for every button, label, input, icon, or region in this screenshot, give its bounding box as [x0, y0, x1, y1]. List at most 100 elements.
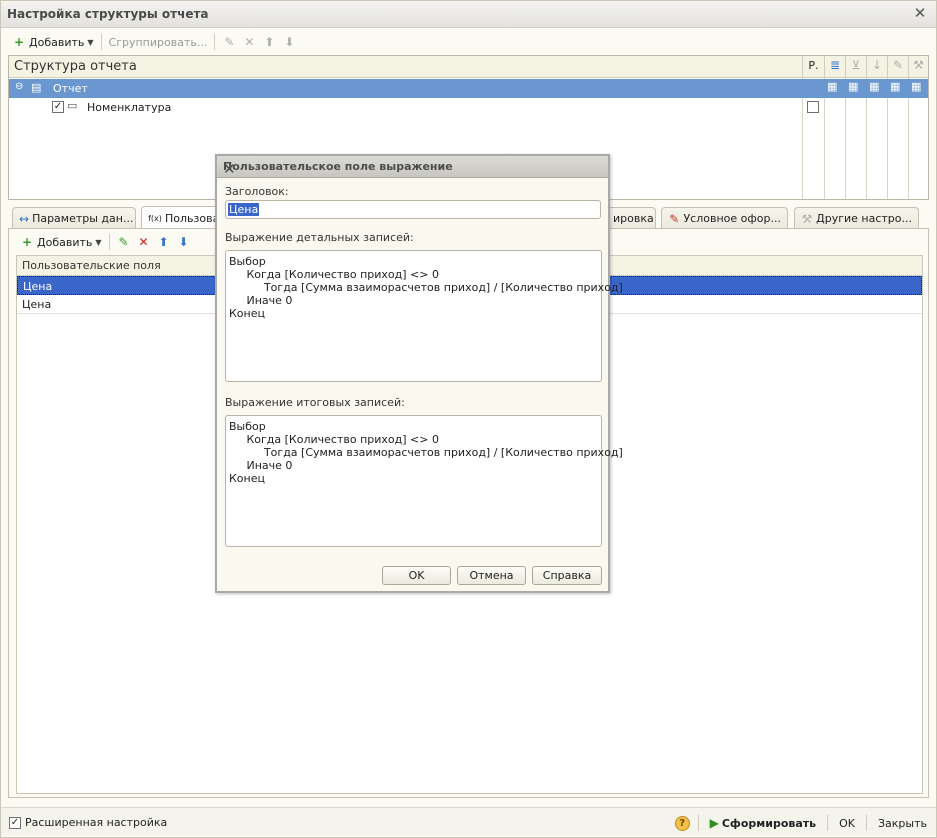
sort-icon: ▦	[869, 80, 880, 93]
tree-child-label: Номенклатура	[87, 101, 172, 114]
window-title: Настройка структуры отчета	[7, 7, 209, 21]
caption-input[interactable]: Цена	[225, 200, 601, 219]
list-icon: ≣	[829, 58, 841, 72]
field-name: Цена	[23, 280, 53, 293]
add-button[interactable]: + Добавить ▼	[9, 32, 97, 52]
format-icon: ▦	[890, 80, 901, 93]
nomenclature-checkbox[interactable]: ✓	[52, 101, 64, 113]
add-field-button[interactable]: + Добавить ▼	[17, 232, 105, 252]
total-expression-field[interactable]: Выбор Когда [Количество приход] <> 0 Тог…	[225, 415, 623, 547]
tab-sorting[interactable]: ировка	[606, 207, 656, 229]
caption-label: Заголовок:	[225, 185, 289, 198]
delete-field-button[interactable]: ✕	[134, 232, 154, 252]
total-expression-label: Выражение итоговых записей:	[225, 396, 405, 409]
filter-icon: ▦	[848, 80, 859, 93]
user-field-expression-dialog: Пользовательское поле выражение ✕ Заголо…	[215, 154, 623, 593]
tab-label: Условное офор...	[683, 212, 781, 225]
detail-expression-field[interactable]: Выбор Когда [Количество приход] <> 0 Тог…	[225, 250, 623, 382]
add-field-label: Добавить	[37, 235, 93, 249]
field-name: Цена	[22, 298, 52, 311]
toolbar-separator	[827, 815, 829, 831]
tree-row-report[interactable]: ⊖ ▤ Отчет	[9, 79, 802, 98]
move-up-button[interactable]: ⬆	[259, 32, 279, 52]
move-down-button[interactable]: ⬇	[279, 32, 299, 52]
toolbar-separator	[866, 815, 867, 831]
column-header-1[interactable]: ≣	[824, 56, 845, 78]
collapse-icon[interactable]: ⊖	[15, 81, 23, 92]
tab-label: Пользова	[165, 212, 220, 225]
ok-button[interactable]: OK	[382, 566, 451, 585]
close-icon[interactable]: ✕	[912, 5, 928, 21]
close-icon[interactable]: ✕	[223, 160, 603, 178]
tab-label: Другие настро...	[816, 212, 912, 225]
column-header-5[interactable]: ⚒	[908, 56, 928, 78]
toolbar-separator	[697, 815, 699, 831]
list-icon: ▦	[827, 80, 838, 93]
detail-expression-label: Выражение детальных записей:	[225, 231, 414, 244]
format-icon: ✎	[892, 58, 904, 72]
wrench-icon: ⚒	[801, 211, 813, 226]
help-icon[interactable]: ?	[674, 815, 690, 831]
move-field-up-button[interactable]: ⬆	[154, 232, 174, 252]
caption-value: Цена	[228, 203, 260, 216]
add-tree-icon: +	[13, 35, 25, 49]
ok-button[interactable]: OK	[836, 813, 858, 833]
dialog-titlebar: Пользовательское поле выражение ✕	[217, 156, 608, 178]
toolbar-separator	[108, 234, 110, 250]
tab-conditional-format[interactable]: ✎ Условное офор...	[661, 207, 788, 229]
group-button[interactable]: Сгруппировать...	[106, 32, 211, 52]
settings-icon: ▦	[911, 80, 922, 93]
move-field-down-button[interactable]: ⬇	[174, 232, 194, 252]
tree-row-nomenclature[interactable]: ✓ ▭ Номенклатура	[9, 98, 819, 117]
close-label: Закрыть	[878, 816, 927, 830]
pen-icon: ✎	[669, 211, 680, 226]
document-icon: ▤	[31, 81, 42, 94]
chevron-down-icon: ▼	[95, 237, 102, 247]
tab-label: Параметры дан...	[32, 212, 134, 225]
structure-title: Структура отчета	[14, 59, 137, 74]
edit-button[interactable]: ✎	[219, 32, 239, 52]
tab-data-parameters[interactable]: ↔ Параметры дан...	[12, 207, 136, 229]
pencil-icon: ✎	[118, 235, 129, 249]
generate-button[interactable]: ▶ Сформировать	[707, 813, 820, 833]
add-tree-icon: +	[21, 235, 33, 249]
window-titlebar: Настройка структуры отчета ✕	[1, 1, 936, 28]
tree-root-label: Отчет	[53, 82, 88, 95]
column-r-header[interactable]: Р.	[802, 56, 824, 78]
play-icon: ▶	[709, 816, 719, 830]
cancel-button[interactable]: Отмена	[457, 566, 526, 585]
arrow-up-icon: ⬆	[264, 35, 275, 49]
delete-button[interactable]: ✕	[239, 32, 259, 52]
r-checkbox[interactable]	[807, 101, 819, 113]
fields-toolbar: + Добавить ▼ ✎ ✕ ⬆ ⬇	[17, 231, 194, 253]
delete-icon: ✕	[138, 235, 149, 249]
help-button[interactable]: Справка	[532, 566, 602, 585]
edit-field-button[interactable]: ✎	[114, 232, 134, 252]
extended-settings-label: Расширенная настройка	[25, 816, 168, 829]
close-button[interactable]: Закрыть	[875, 813, 930, 833]
extended-settings-toggle[interactable]: ✓ Расширенная настройка	[9, 816, 167, 829]
sort-icon: ↓	[871, 58, 883, 72]
column-header-3[interactable]: ↓	[866, 56, 887, 78]
column-header-4[interactable]: ✎	[887, 56, 908, 78]
grouping-icon: ▭	[67, 99, 78, 112]
filter-icon: ⊻	[851, 58, 861, 72]
arrow-down-icon: ⬇	[284, 35, 295, 49]
arrows-icon: ↔	[19, 211, 30, 226]
structure-header: Структура отчета	[9, 56, 802, 78]
generate-label: Сформировать	[721, 816, 817, 830]
chevron-down-icon: ▼	[87, 37, 94, 47]
ok-label: OK	[839, 816, 855, 830]
column-r-label: Р.	[808, 59, 819, 72]
toolbar-separator	[214, 34, 216, 50]
add-button-label: Добавить	[29, 35, 85, 49]
status-bar: ✓ Расширенная настройка ? ▶ Сформировать…	[1, 807, 936, 835]
column-header-2[interactable]: ⊻	[845, 56, 866, 78]
extended-settings-checkbox[interactable]: ✓	[9, 816, 21, 829]
tree-row-report-cells: ▦ ▦ ▦ ▦ ▦	[802, 79, 928, 98]
group-button-label: Сгруппировать...	[108, 35, 208, 49]
tab-other-settings[interactable]: ⚒ Другие настро...	[794, 207, 919, 229]
arrow-up-icon: ⬆	[158, 235, 169, 249]
settings-icon: ⚒	[913, 58, 924, 72]
delete-icon: ✕	[244, 35, 255, 49]
